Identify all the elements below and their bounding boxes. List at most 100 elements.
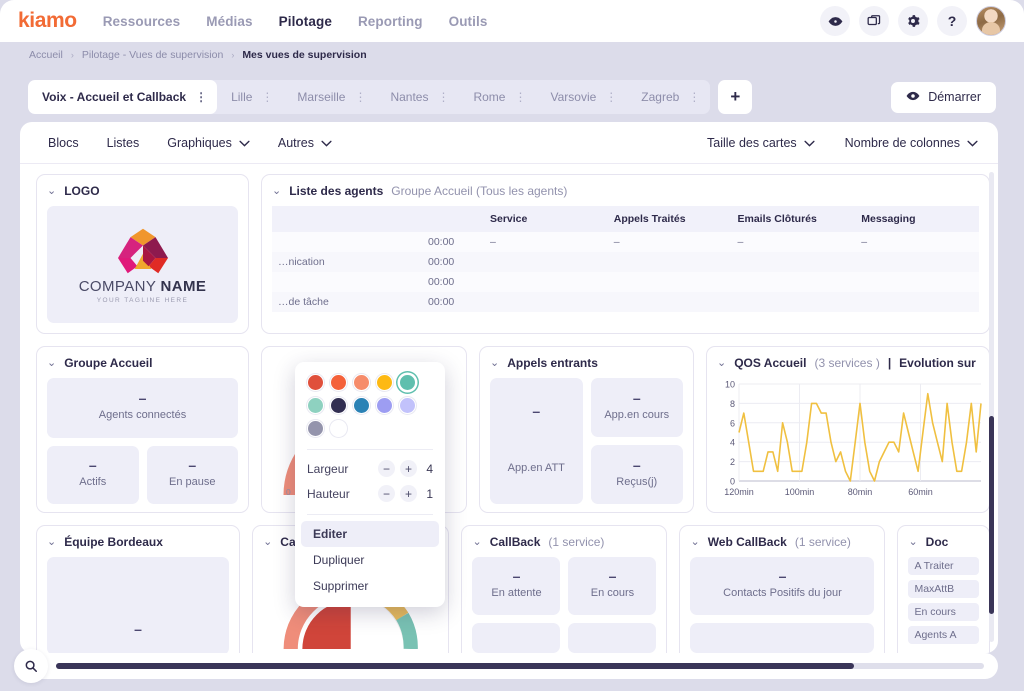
tab-lille[interactable]: Lille ⋮ xyxy=(217,80,283,114)
color-swatch-5[interactable] xyxy=(307,397,324,414)
chevron-down-icon[interactable]: ⌄ xyxy=(47,358,56,369)
start-button[interactable]: Démarrer xyxy=(891,82,996,113)
tab-zagreb[interactable]: Zagreb ⋮ xyxy=(627,80,710,114)
tab-rome[interactable]: Rome ⋮ xyxy=(459,80,536,114)
col-header-emails-clotures[interactable]: Emails Clôturés xyxy=(732,206,856,232)
horizontal-scrollbar[interactable] xyxy=(20,653,998,679)
toolbar-nombre-de-colonnes[interactable]: Nombre de colonnes xyxy=(845,136,978,150)
color-swatch-6[interactable] xyxy=(330,397,347,414)
eye-icon[interactable] xyxy=(820,6,850,36)
chevron-down-icon[interactable]: ⌄ xyxy=(472,537,481,548)
metric-label: Actifs xyxy=(79,476,106,488)
card-liste-des-agents[interactable]: ⌄ Liste des agents Groupe Accueil (Tous … xyxy=(261,174,990,334)
tab-voix-accueil-callback[interactable]: Voix - Accueil et Callback ⋮ xyxy=(28,80,217,114)
breadcrumb-separator: › xyxy=(231,50,234,60)
toolbar-taille-des-cartes[interactable]: Taille des cartes xyxy=(707,136,815,150)
metric-contacts-positifs: – Contacts Positifs du jour xyxy=(690,557,874,615)
card-context-menu[interactable]: Largeur − + 4 Hauteur − + 1 Editer Dupli… xyxy=(295,362,445,607)
tab-menu-icon[interactable]: ⋮ xyxy=(605,91,617,103)
stepper-minus-button[interactable]: − xyxy=(378,485,395,502)
chevron-down-icon[interactable]: ⌄ xyxy=(908,537,917,548)
nav-link-reporting[interactable]: Reporting xyxy=(358,14,423,29)
color-swatch-10[interactable] xyxy=(307,420,324,437)
toolbar-listes[interactable]: Listes xyxy=(107,136,140,150)
horizontal-scroll-track[interactable] xyxy=(56,663,984,669)
card-equipe-bordeaux[interactable]: ⌄ Équipe Bordeaux – xyxy=(36,525,240,653)
table-row[interactable]: …de tâche 00:00 xyxy=(272,292,979,312)
metric-label: Contacts Positifs du jour xyxy=(723,587,842,599)
card-groupe-accueil[interactable]: ⌄ Groupe Accueil – Agents connectés – Ac… xyxy=(36,346,249,513)
board-vertical-scrollbar[interactable] xyxy=(989,172,994,642)
card-header: ⌄ Appels entrants xyxy=(490,356,683,370)
card-logo[interactable]: ⌄ LOGO COMPANY NAME xyxy=(36,174,249,334)
stepper-plus-button[interactable]: + xyxy=(400,460,417,477)
card-web-callback[interactable]: ⌄ Web CallBack (1 service) – Contacts Po… xyxy=(679,525,885,653)
brand-logo[interactable]: kiamo xyxy=(18,9,77,33)
breadcrumb-item-accueil[interactable]: Accueil xyxy=(29,49,63,61)
color-swatch-8[interactable] xyxy=(376,397,393,414)
tab-menu-icon[interactable]: ⋮ xyxy=(195,91,207,103)
help-icon[interactable]: ? xyxy=(937,6,967,36)
search-icon[interactable] xyxy=(14,649,48,683)
breadcrumb-item-pilotage[interactable]: Pilotage - Vues de supervision xyxy=(82,49,223,61)
col-header-appels-traites[interactable]: Appels Traités xyxy=(608,206,732,232)
table-header-row: Service Appels Traités Emails Clôturés M… xyxy=(272,206,979,232)
color-swatch-2[interactable] xyxy=(353,374,370,391)
chevron-down-icon[interactable]: ⌄ xyxy=(717,358,726,369)
horizontal-scroll-thumb[interactable] xyxy=(56,663,854,669)
col-header-service[interactable]: Service xyxy=(484,206,608,232)
stepper-plus-button[interactable]: + xyxy=(400,485,417,502)
card-callback-tiles[interactable]: ⌄ CallBack (1 service) – En attente – En… xyxy=(461,525,667,653)
stepper-minus-button[interactable]: − xyxy=(378,460,395,477)
card-title: Groupe Accueil xyxy=(64,356,152,370)
color-swatch-0[interactable] xyxy=(307,374,324,391)
tab-menu-icon[interactable]: ⋮ xyxy=(437,91,449,103)
chevron-down-icon[interactable]: ⌄ xyxy=(490,358,499,369)
chevron-down-icon xyxy=(804,136,815,150)
toolbar-autres[interactable]: Autres xyxy=(278,136,332,150)
nav-link-ressources[interactable]: Ressources xyxy=(103,14,181,29)
color-swatch-9[interactable] xyxy=(399,397,416,414)
menu-item-supprimer[interactable]: Supprimer xyxy=(301,573,439,599)
chevron-down-icon[interactable]: ⌄ xyxy=(690,537,699,548)
tab-varsovie[interactable]: Varsovie ⋮ xyxy=(536,80,627,114)
col-header-messaging[interactable]: Messaging xyxy=(855,206,979,232)
card-appels-entrants[interactable]: ⌄ Appels entrants – App.en ATT – App.en … xyxy=(479,346,694,513)
table-row[interactable]: …nication 00:00 xyxy=(272,252,979,272)
add-tab-button[interactable]: + xyxy=(718,80,752,114)
menu-item-editer[interactable]: Editer xyxy=(301,521,439,547)
avatar[interactable] xyxy=(976,6,1006,36)
tab-menu-icon[interactable]: ⋮ xyxy=(354,91,366,103)
toolbar-graphiques[interactable]: Graphiques xyxy=(167,136,250,150)
color-swatch-7[interactable] xyxy=(353,397,370,414)
board-vertical-scroll-thumb[interactable] xyxy=(989,416,994,613)
card-qos-accueil[interactable]: ⌄ QOS Accueil (3 services ) | Evolution … xyxy=(706,346,990,513)
appels-metric-grid: – App.en ATT – App.en cours – Reçus(j) xyxy=(490,378,683,504)
table-row[interactable]: 00:00 xyxy=(272,272,979,292)
col-header-time[interactable] xyxy=(422,206,484,232)
toolbar-blocs[interactable]: Blocs xyxy=(48,136,79,150)
color-swatch-4-selected[interactable] xyxy=(399,374,416,391)
card-doc[interactable]: ⌄ Doc A Traiter MaxAttB En cours Agents … xyxy=(897,525,990,653)
chevron-down-icon[interactable]: ⌄ xyxy=(47,186,56,197)
col-header-name[interactable] xyxy=(272,206,422,232)
tab-menu-icon[interactable]: ⋮ xyxy=(688,91,700,103)
gear-icon[interactable] xyxy=(898,6,928,36)
tab-menu-icon[interactable]: ⋮ xyxy=(261,91,273,103)
nav-link-outils[interactable]: Outils xyxy=(449,14,488,29)
tab-menu-icon[interactable]: ⋮ xyxy=(514,91,526,103)
chevron-down-icon[interactable]: ⌄ xyxy=(47,537,56,548)
table-row[interactable]: 00:00 – – – – xyxy=(272,232,979,252)
color-swatch-3[interactable] xyxy=(376,374,393,391)
tab-marseille[interactable]: Marseille ⋮ xyxy=(283,80,376,114)
tab-nantes[interactable]: Nantes ⋮ xyxy=(376,80,459,114)
view-tabs-group: Voix - Accueil et Callback ⋮ Lille ⋮ Mar… xyxy=(28,80,710,114)
nav-link-medias[interactable]: Médias xyxy=(206,14,252,29)
color-swatch-1[interactable] xyxy=(330,374,347,391)
window-icon[interactable] xyxy=(859,6,889,36)
color-swatch-11[interactable] xyxy=(330,420,347,437)
nav-link-pilotage[interactable]: Pilotage xyxy=(279,14,332,29)
chevron-down-icon[interactable]: ⌄ xyxy=(263,537,272,548)
menu-item-dupliquer[interactable]: Dupliquer xyxy=(301,547,439,573)
chevron-down-icon[interactable]: ⌄ xyxy=(272,186,281,197)
